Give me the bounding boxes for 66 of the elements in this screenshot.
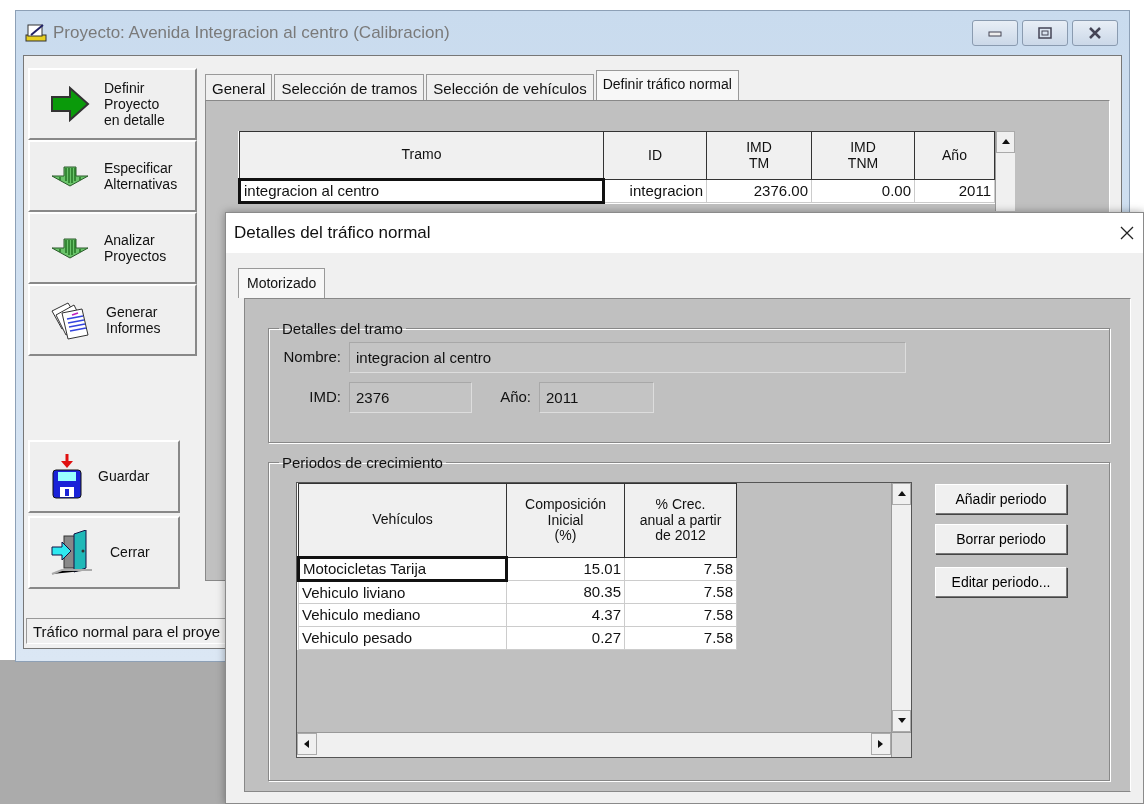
table-cell: 15.01 — [506, 557, 625, 581]
column-header: Año — [914, 131, 995, 180]
right-arrow-icon — [50, 86, 90, 122]
table-cell: 7.58 — [624, 557, 737, 581]
vertical-scrollbar[interactable] — [891, 483, 911, 732]
table-cell: 0.00 — [811, 179, 915, 203]
action-button[interactable]: Borrar periodo — [935, 524, 1067, 554]
tab[interactable]: Selección de vehículos — [426, 74, 594, 100]
sidebar-button[interactable]: Cerrar — [28, 516, 180, 589]
field-label: Nombre: — [282, 347, 342, 368]
table-cell: integracion — [603, 179, 707, 203]
action-button[interactable]: Editar periodo... — [935, 567, 1067, 597]
vertical-scrollbar[interactable] — [995, 131, 1015, 211]
tab[interactable]: Definir tráfico normal — [595, 70, 739, 100]
scrollbar-corner — [891, 732, 911, 757]
table-cell: 4.37 — [506, 603, 625, 627]
tab[interactable]: Motorizado — [238, 268, 326, 298]
minimize-icon — [988, 29, 1002, 37]
dialog-title: Detalles del tráfico normal — [234, 222, 431, 245]
scroll-up-icon — [896, 489, 907, 499]
sidebar-button[interactable]: Definir Proyecto en detalle — [28, 68, 197, 140]
column-header: Vehículos — [298, 483, 507, 558]
table-cell: Motocicletas Tarija — [298, 557, 507, 581]
restore-button[interactable] — [1022, 20, 1068, 46]
app-icon — [25, 23, 47, 43]
table-cell: 0.27 — [506, 626, 625, 650]
sidebar-button[interactable]: Generar Informes — [28, 284, 197, 356]
restore-icon — [1038, 27, 1052, 39]
table-cell: integracion al centro — [239, 179, 604, 203]
group-title: Detalles del tramo — [281, 321, 404, 336]
window-title: Proyecto: Avenida Integracion al centro (Calibracion) — [53, 22, 451, 45]
column-header: IMD TNM — [811, 131, 915, 180]
scroll-left-icon — [302, 739, 312, 749]
table-cell: 2011 — [914, 179, 995, 203]
close-button[interactable] — [1119, 225, 1135, 241]
close-button[interactable] — [1072, 20, 1118, 46]
table-cell: Vehiculo pesado — [298, 626, 507, 650]
group-title: Periodos de crecimiento — [281, 455, 444, 470]
column-header: IMD TM — [706, 131, 812, 180]
sidebar-button[interactable]: Especificar Alternativas — [28, 140, 197, 212]
table-cell: 80.35 — [506, 580, 625, 604]
table-cell: 7.58 — [624, 626, 737, 650]
sidebar-button[interactable]: Analizar Proyectos — [28, 212, 197, 284]
table-cell: 7.58 — [624, 603, 737, 627]
tab[interactable]: Selección de tramos — [274, 74, 425, 100]
horizontal-scrollbar[interactable] — [297, 732, 891, 757]
action-button[interactable]: Añadir periodo — [935, 484, 1067, 514]
column-header: % Crec. anual a partir de 2012 — [624, 483, 737, 558]
column-header: Tramo — [239, 131, 604, 180]
table-cell: 2376.00 — [706, 179, 812, 203]
scroll-up-icon — [1000, 137, 1011, 147]
table-cell: Vehiculo liviano — [298, 580, 507, 604]
floppy-disk-icon — [50, 453, 84, 500]
close-icon — [1119, 225, 1135, 241]
column-header: Composición Inicial (%) — [506, 483, 625, 558]
down-arrow-icon — [50, 165, 90, 187]
table-cell: Vehiculo mediano — [298, 603, 507, 627]
column-header: ID — [603, 131, 707, 180]
tab[interactable]: General — [205, 74, 273, 100]
field-label: IMD: — [308, 387, 342, 408]
close-icon — [1088, 27, 1102, 39]
table-cell: 7.58 — [624, 580, 737, 604]
down-arrow-icon — [50, 237, 90, 259]
sidebar-button[interactable]: Guardar — [28, 440, 180, 513]
minimize-button[interactable] — [972, 20, 1018, 46]
field-label: Año: — [499, 387, 532, 408]
